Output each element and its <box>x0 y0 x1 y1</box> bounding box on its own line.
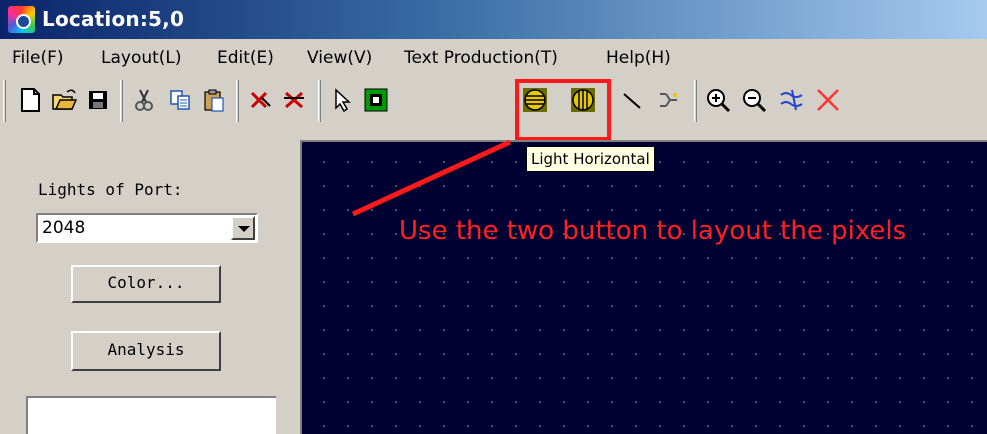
highlight-box <box>515 79 611 141</box>
menu-bar: File(F) Layout(L) Edit(E) View(V) Text P… <box>0 42 987 74</box>
layout-canvas[interactable] <box>300 140 987 434</box>
connect-icon[interactable] <box>652 84 684 116</box>
analysis-button[interactable]: Analysis <box>71 331 221 371</box>
toolbar-separator <box>318 80 321 122</box>
port-list[interactable] <box>26 396 276 434</box>
window-title: Location:5,0 <box>42 7 185 31</box>
tooltip: Light Horizontal <box>526 146 655 172</box>
save-icon[interactable] <box>82 84 114 116</box>
dropdown-arrow-icon[interactable] <box>231 216 255 240</box>
app-icon[interactable] <box>8 6 35 33</box>
new-document-icon[interactable] <box>14 84 46 116</box>
light-single-icon[interactable] <box>360 84 392 116</box>
zoom-out-icon[interactable] <box>738 84 770 116</box>
lights-of-port-label: Lights of Port: <box>38 180 183 199</box>
port-select-value: 2048 <box>42 218 86 238</box>
pointer-icon[interactable] <box>326 84 358 116</box>
toolbar-grip <box>3 80 6 122</box>
delete-icon[interactable] <box>244 84 276 116</box>
paste-icon[interactable] <box>198 84 230 116</box>
menu-help[interactable]: Help(H) <box>606 48 671 68</box>
line-icon[interactable] <box>616 84 648 116</box>
annotation-text: Use the two button to layout the pixels <box>399 216 907 246</box>
close-x-icon[interactable] <box>812 84 844 116</box>
open-folder-icon[interactable] <box>48 84 80 116</box>
title-bar: Location:5,0 <box>0 0 987 39</box>
menu-edit[interactable]: Edit(E) <box>217 48 274 68</box>
wave-icon[interactable] <box>776 84 808 116</box>
toolbar <box>0 76 987 126</box>
copy-icon[interactable] <box>164 84 196 116</box>
toolbar-separator <box>694 80 697 122</box>
color-button[interactable]: Color... <box>71 265 221 303</box>
left-panel: Lights of Port: 2048 Color... Analysis <box>8 150 293 434</box>
menu-text-production[interactable]: Text Production(T) <box>404 48 558 68</box>
menu-file[interactable]: File(F) <box>12 48 64 68</box>
menu-view[interactable]: View(V) <box>307 48 372 68</box>
menu-layout[interactable]: Layout(L) <box>101 48 182 68</box>
port-select[interactable]: 2048 <box>36 213 258 243</box>
delete-all-icon[interactable] <box>278 84 310 116</box>
zoom-in-icon[interactable] <box>702 84 734 116</box>
toolbar-separator <box>236 80 239 122</box>
cut-icon[interactable] <box>128 84 160 116</box>
toolbar-separator <box>120 80 123 122</box>
